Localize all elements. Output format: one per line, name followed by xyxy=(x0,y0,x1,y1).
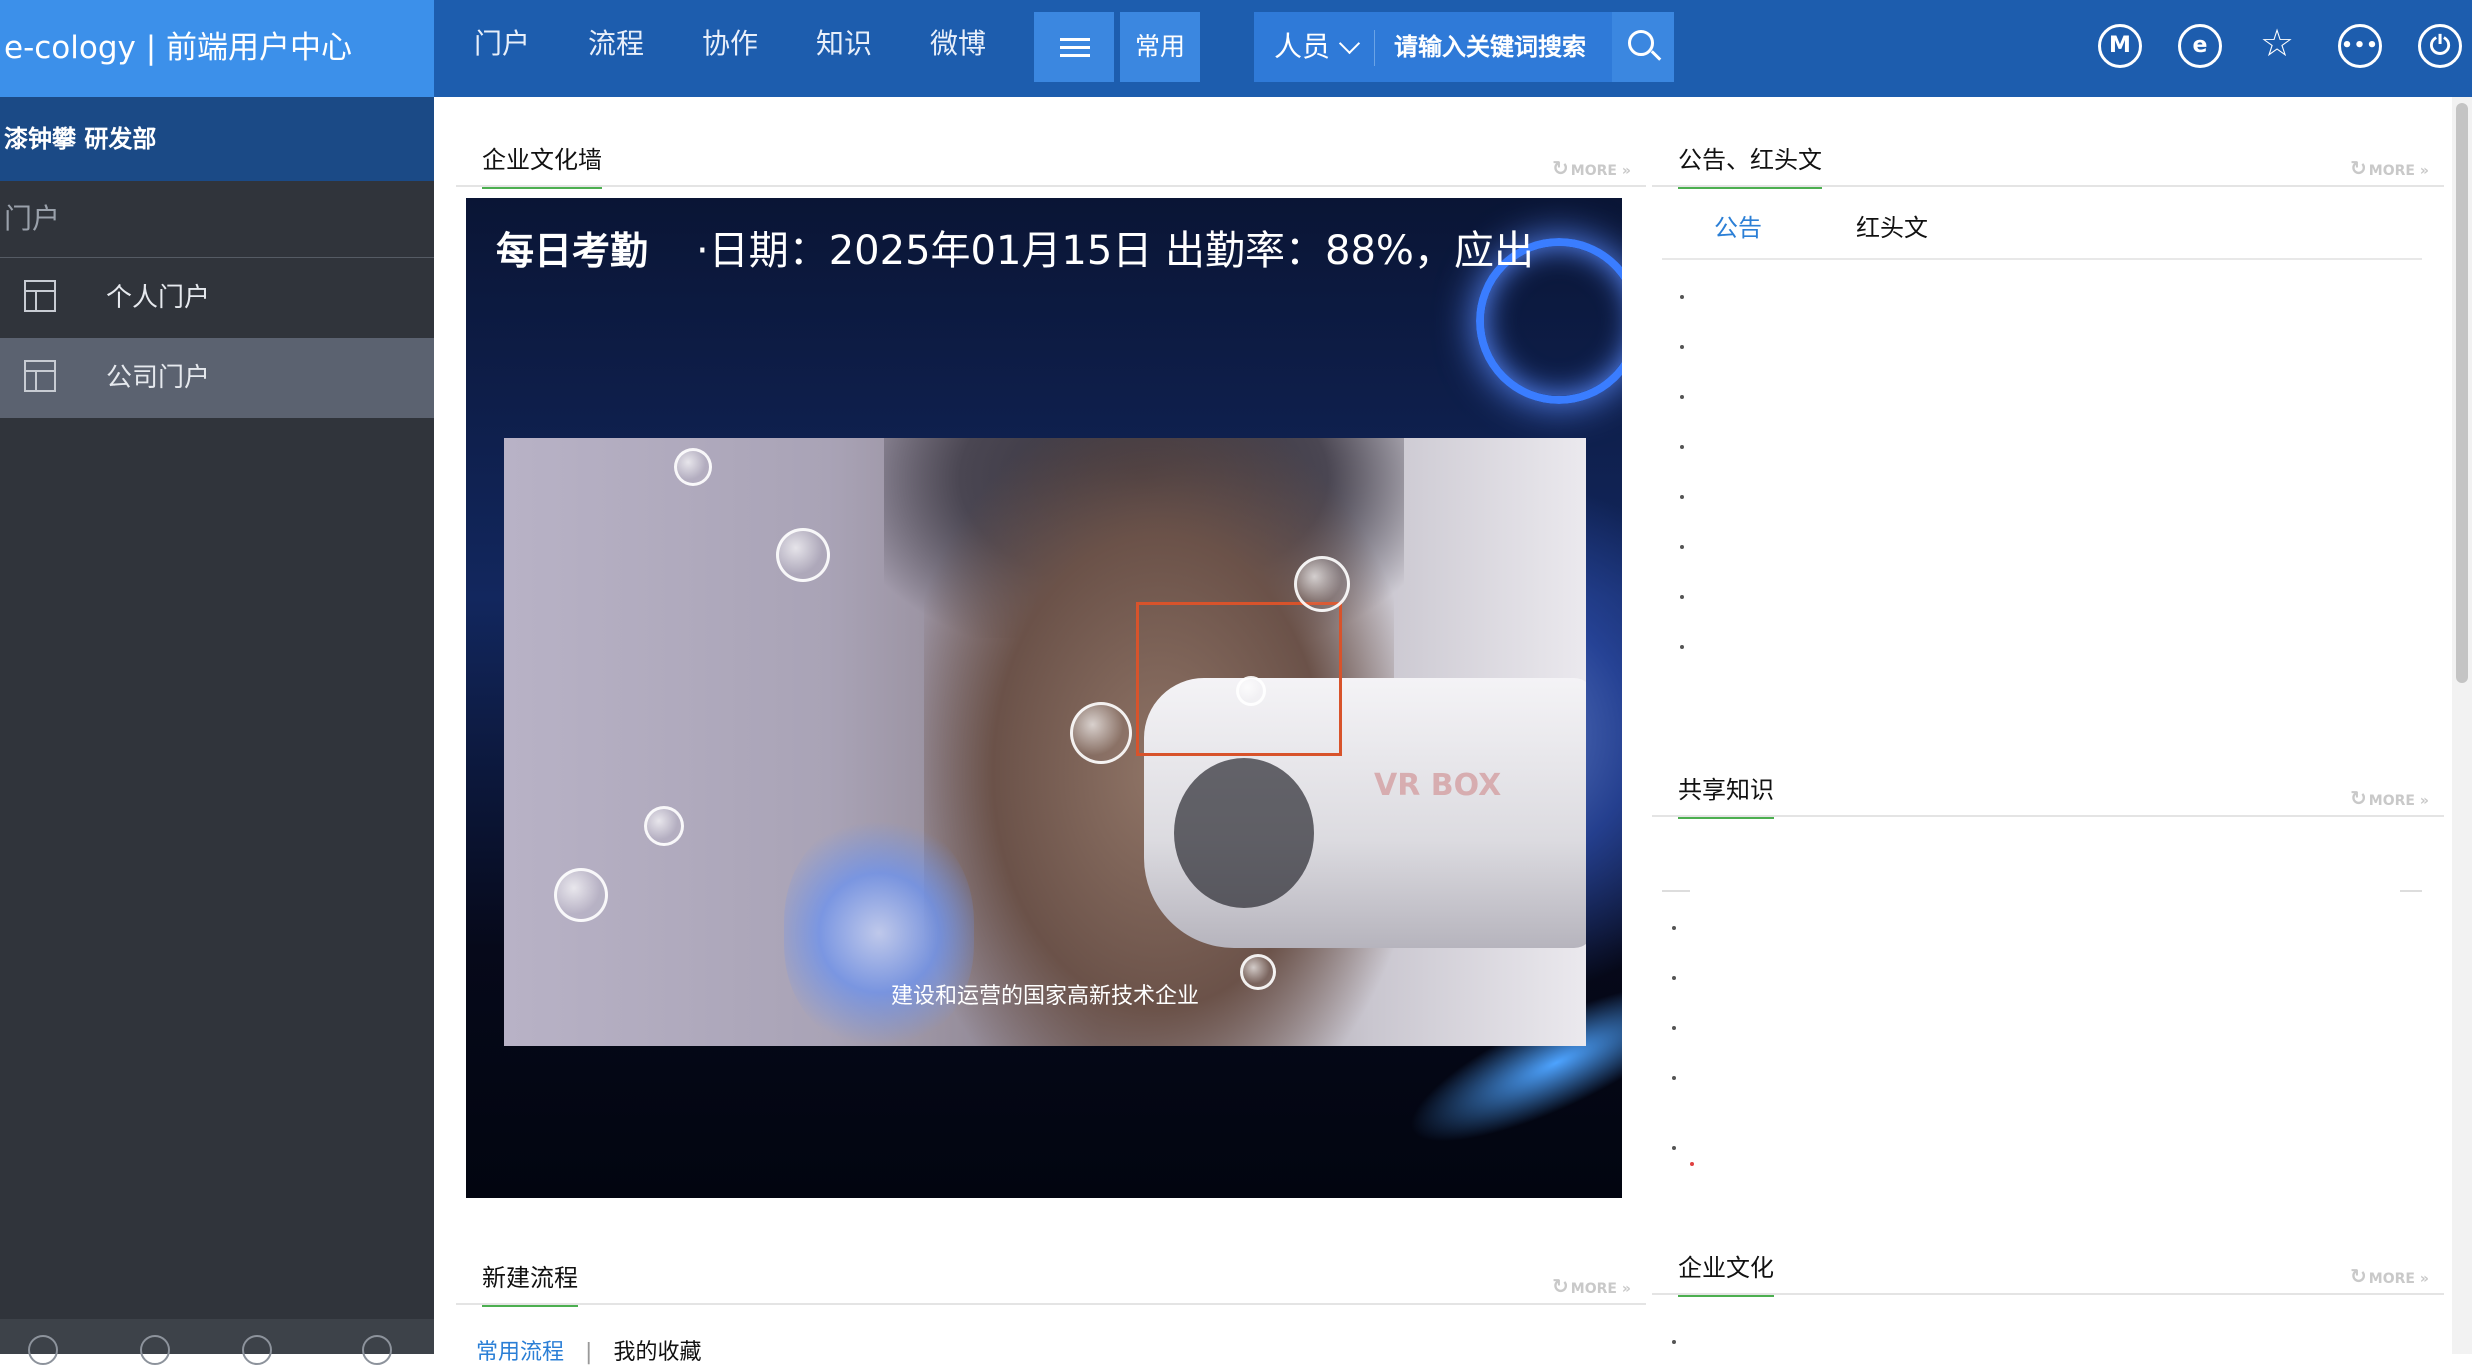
more-options-icon[interactable]: ••• xyxy=(2338,24,2382,68)
user-icon[interactable] xyxy=(140,1335,170,1365)
bubble xyxy=(554,868,608,922)
subtab-divider: | xyxy=(585,1340,593,1365)
scrollbar[interactable] xyxy=(2452,97,2472,1354)
list-item[interactable] xyxy=(1680,545,1684,549)
photo-glow-glass xyxy=(784,818,974,1046)
bubble xyxy=(644,806,684,846)
portlet-divider xyxy=(1652,815,2444,817)
portlet-divider xyxy=(456,185,1646,187)
list-item[interactable] xyxy=(1672,926,1676,930)
sidebar-section-title: 门户 xyxy=(0,181,434,258)
user-info[interactable]: 漆钟攀 研发部 xyxy=(0,97,434,181)
app-title: e-cology | 前端用户中心 xyxy=(0,0,434,97)
bubble xyxy=(1070,702,1132,764)
ticker-title: 每日考勤 xyxy=(496,229,649,273)
nav-item-workflow[interactable]: 流程 xyxy=(588,0,644,87)
m-icon[interactable]: M xyxy=(2098,24,2142,68)
vr-lens xyxy=(1174,758,1314,908)
tab-underline xyxy=(1662,890,1690,892)
list-item[interactable] xyxy=(1672,1026,1676,1030)
banner-photo[interactable]: VR BOX 建设和运营的国家高新技术企业 xyxy=(504,438,1586,1046)
portlet-title-culture-wall: 企业文化墙 xyxy=(482,140,602,189)
list-item[interactable] xyxy=(1672,1076,1676,1080)
layout-icon xyxy=(24,280,56,312)
tab-red-header-doc[interactable]: 红头文 xyxy=(1856,208,1928,243)
tab-common-flow[interactable]: 常用流程 xyxy=(476,1340,564,1365)
scrollbar-thumb[interactable] xyxy=(2456,103,2468,683)
tab-notice[interactable]: 公告 xyxy=(1714,208,1762,243)
portlet-title-knowledge: 共享知识 xyxy=(1678,770,1774,819)
portlet-title-new-flow: 新建流程 xyxy=(482,1258,578,1307)
list-item[interactable] xyxy=(1680,295,1684,299)
list-item[interactable] xyxy=(1672,976,1676,980)
more-link-notices[interactable]: MORE » xyxy=(2350,156,2429,180)
bubble xyxy=(1236,676,1266,706)
bubble xyxy=(776,528,830,582)
portlet-title-culture: 企业文化 xyxy=(1678,1248,1774,1297)
search-scope-select[interactable]: 人员 xyxy=(1254,12,1374,82)
search-bar: 人员 请输入关键词搜索 xyxy=(1254,12,1674,82)
bubble xyxy=(1294,556,1350,612)
focus-box xyxy=(1136,602,1342,756)
flow-subtabs: 常用流程 | 我的收藏 xyxy=(476,1334,701,1366)
more-link-new-flow[interactable]: MORE » xyxy=(1552,1274,1631,1298)
top-navbar: e-cology | 前端用户中心 门户 流程 协作 知识 微博 常用 人员 请… xyxy=(0,0,2472,97)
power-icon[interactable]: ⏻ xyxy=(2418,24,2462,68)
ticker-text: ·日期：2025年01月15日 出勤率：88%，应出 xyxy=(696,228,1534,274)
list-item-marker xyxy=(1690,1162,1694,1166)
bubble xyxy=(674,448,712,486)
more-link-culture[interactable]: MORE » xyxy=(2350,1264,2429,1288)
list-item[interactable] xyxy=(1680,345,1684,349)
chevron-down-icon xyxy=(1338,32,1361,55)
list-item[interactable] xyxy=(1672,1146,1676,1150)
nav-item-knowledge[interactable]: 知识 xyxy=(816,0,872,87)
list-item[interactable] xyxy=(1680,445,1684,449)
tab-my-favorites[interactable]: 我的收藏 xyxy=(613,1340,701,1365)
portlet-divider xyxy=(1652,1293,2444,1295)
list-item[interactable] xyxy=(1680,495,1684,499)
photo-caption: 建设和运营的国家高新技术企业 xyxy=(890,984,1199,1009)
tab-underline xyxy=(2400,890,2422,892)
search-input[interactable]: 请输入关键词搜索 xyxy=(1394,12,1586,82)
list-item[interactable] xyxy=(1680,645,1684,649)
culture-banner: 每日考勤 ·日期：2025年01月15日 出勤率：88%，应出 VR BOX 建设… xyxy=(466,198,1622,1198)
sidebar-item-company-portal[interactable]: 公司门户 xyxy=(0,338,434,418)
list-item[interactable] xyxy=(1680,395,1684,399)
search-divider xyxy=(1374,30,1375,66)
e-message-icon[interactable]: e xyxy=(2178,24,2222,68)
search-button[interactable] xyxy=(1612,12,1674,82)
group-icon[interactable] xyxy=(242,1335,272,1365)
collapse-icon[interactable] xyxy=(362,1335,392,1365)
vr-logo: VR BOX xyxy=(1374,768,1502,803)
sidebar: 漆钟攀 研发部 门户 个人门户 公司门户 xyxy=(0,97,434,1365)
sidebar-item-label: 公司门户 xyxy=(106,363,211,393)
menu-button[interactable] xyxy=(1034,12,1114,82)
list-item[interactable] xyxy=(1672,1340,1676,1344)
portlet-divider xyxy=(1652,185,2444,187)
common-button[interactable]: 常用 xyxy=(1120,12,1200,82)
sidebar-footer-toolbar xyxy=(0,1319,434,1365)
sidebar-item-personal-portal[interactable]: 个人门户 xyxy=(0,258,434,338)
more-link-knowledge[interactable]: MORE » xyxy=(2350,786,2429,810)
tab-underline xyxy=(1662,258,2422,260)
star-icon[interactable]: ☆ xyxy=(2258,24,2296,62)
nav-item-portal[interactable]: 门户 xyxy=(474,0,530,87)
list-item[interactable] xyxy=(1680,595,1684,599)
layout-icon xyxy=(24,360,56,392)
nav-item-collaboration[interactable]: 协作 xyxy=(702,0,758,87)
attendance-ticker: 每日考勤 ·日期：2025年01月15日 出勤率：88%，应出 xyxy=(496,218,1534,276)
search-scope-label: 人员 xyxy=(1274,30,1331,63)
portlet-divider xyxy=(456,1303,1646,1305)
heart-icon[interactable] xyxy=(28,1335,58,1365)
nav-item-weibo[interactable]: 微博 xyxy=(930,0,986,87)
more-link-culture-wall[interactable]: MORE » xyxy=(1552,156,1631,180)
sidebar-item-label: 个人门户 xyxy=(106,283,211,313)
portlet-title-notices: 公告、红头文 xyxy=(1678,140,1822,189)
